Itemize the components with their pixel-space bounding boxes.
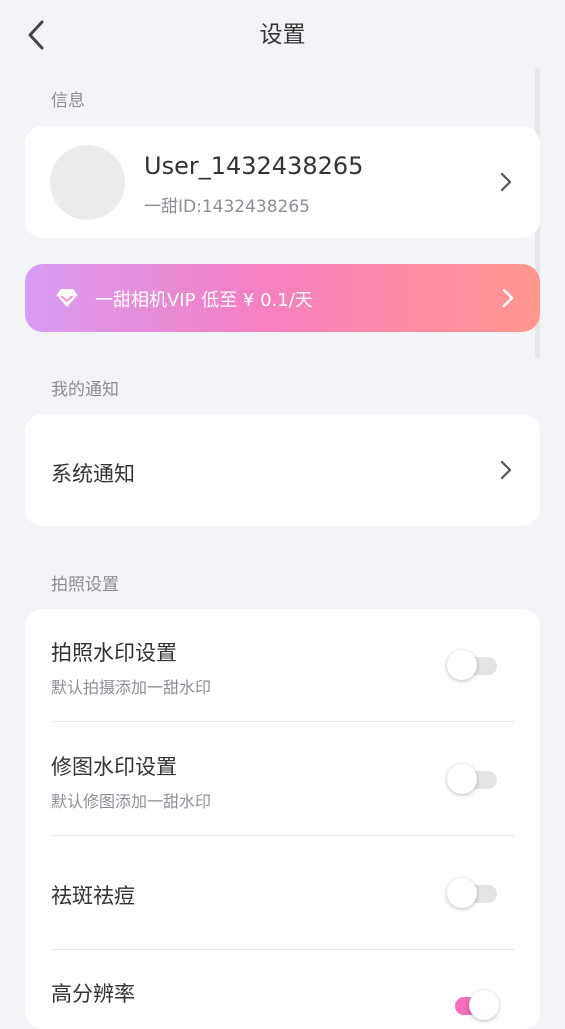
chevron-right-icon <box>502 288 514 308</box>
header: 设置 <box>0 0 565 70</box>
setting-title-edit-watermark: 修图水印设置 <box>51 755 177 779</box>
divider <box>51 835 514 836</box>
user-name: User_1432438265 <box>144 152 364 180</box>
toggle-knob <box>447 650 477 680</box>
toggle-knob <box>447 878 477 908</box>
page-title: 设置 <box>259 22 306 48</box>
diamond-icon <box>56 289 78 307</box>
system-notification-label: 系统通知 <box>51 462 135 486</box>
photo-settings-card: 拍照水印设置 默认拍摄添加一甜水印 修图水印设置 默认修图添加一甜水印 祛斑祛痘… <box>25 609 540 1029</box>
vip-banner[interactable]: 一甜相机VIP 低至 ¥ 0.1/天 <box>25 264 540 332</box>
photo-watermark-toggle[interactable] <box>447 649 499 681</box>
divider <box>51 721 514 722</box>
toggle-knob <box>469 990 499 1020</box>
blemish-removal-toggle[interactable] <box>447 877 499 909</box>
system-notification-card[interactable]: 系统通知 <box>25 414 540 526</box>
vip-promo-text: 一甜相机VIP 低至 ¥ 0.1/天 <box>95 290 313 311</box>
divider <box>51 949 514 950</box>
setting-title-blemish-removal: 祛斑祛痘 <box>51 884 135 908</box>
setting-subtitle-edit-watermark: 默认修图添加一甜水印 <box>51 792 212 811</box>
avatar <box>50 145 125 220</box>
section-label-info: 信息 <box>51 91 85 111</box>
setting-subtitle-photo-watermark: 默认拍摄添加一甜水印 <box>51 678 212 697</box>
edit-watermark-toggle[interactable] <box>447 763 499 795</box>
chevron-right-icon <box>500 172 512 192</box>
toggle-knob <box>447 764 477 794</box>
section-label-notifications: 我的通知 <box>51 380 119 400</box>
setting-title-photo-watermark: 拍照水印设置 <box>51 641 177 665</box>
high-resolution-toggle[interactable] <box>447 989 499 1021</box>
user-id: 一甜ID:1432438265 <box>144 197 310 217</box>
user-profile-card[interactable]: User_1432438265 一甜ID:1432438265 <box>25 126 540 238</box>
chevron-right-icon <box>500 460 512 480</box>
section-label-photo-settings: 拍照设置 <box>51 575 119 595</box>
